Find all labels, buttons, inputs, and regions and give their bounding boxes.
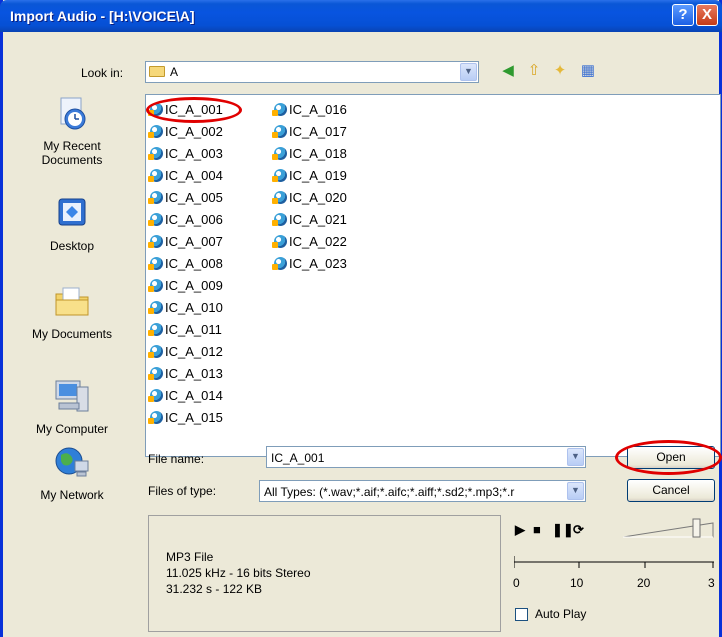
ruler-tick-label: 10 bbox=[570, 576, 584, 590]
cancel-button[interactable]: Cancel bbox=[627, 479, 715, 502]
recent-documents-icon bbox=[60, 97, 86, 130]
position-ruler[interactable]: 0 10 20 3 bbox=[513, 556, 716, 590]
audio-file-icon bbox=[272, 257, 287, 270]
pause-icon[interactable]: ❚❚ bbox=[552, 522, 574, 538]
file-info-panel: MP3 File 11.025 kHz - 16 bits Stereo 31.… bbox=[148, 515, 501, 632]
audio-file-icon bbox=[148, 125, 163, 138]
place-my-recent-documents[interactable]: My Recent Documents bbox=[12, 94, 132, 167]
place-label: My Computer bbox=[35, 422, 109, 436]
file-quality-text: 11.025 kHz - 16 bits Stereo bbox=[166, 566, 311, 580]
playback-controls: ▶ ■ ❚❚ ⟳ bbox=[515, 520, 615, 540]
place-label: My Documents bbox=[31, 327, 113, 341]
look-in-value: A bbox=[170, 65, 179, 79]
place-label: My Recent Documents bbox=[41, 139, 103, 167]
ruler-scale bbox=[513, 556, 714, 568]
audio-file-icon bbox=[272, 213, 287, 226]
highlight-circle-open bbox=[615, 440, 722, 475]
audio-file-icon bbox=[148, 323, 163, 336]
desktop-icon bbox=[58, 198, 86, 226]
audio-file-icon bbox=[148, 257, 163, 270]
my-computer-icon bbox=[55, 380, 89, 412]
audio-file-icon bbox=[148, 147, 163, 160]
file-duration-text: 31.232 s - 122 KB bbox=[166, 582, 263, 596]
audio-file-icon bbox=[272, 125, 287, 138]
audio-file-icon bbox=[148, 169, 163, 182]
back-icon[interactable]: ◀ bbox=[499, 62, 517, 80]
stop-icon[interactable]: ■ bbox=[533, 522, 541, 537]
audio-file-icon bbox=[148, 389, 163, 402]
audio-file-icon bbox=[148, 301, 163, 314]
title-bar[interactable]: Import Audio - [H:\VOICE\A] ? X bbox=[0, 0, 722, 32]
place-my-network[interactable]: My Network bbox=[12, 443, 132, 502]
new-folder-icon[interactable]: ✦ bbox=[551, 62, 569, 80]
audio-file-icon bbox=[272, 169, 287, 182]
chevron-down-icon[interactable]: ▼ bbox=[567, 482, 584, 500]
volume-slider[interactable] bbox=[623, 517, 715, 539]
look-in-label: Look in: bbox=[81, 66, 124, 80]
file-name-input[interactable]: IC_A_001 ▼ bbox=[266, 446, 586, 468]
audio-file-icon bbox=[148, 191, 163, 204]
place-desktop[interactable]: Desktop bbox=[12, 194, 132, 253]
file-name-value: IC_A_001 bbox=[271, 451, 325, 465]
chevron-down-icon[interactable]: ▼ bbox=[460, 63, 477, 81]
audio-file-icon bbox=[272, 235, 287, 248]
close-button[interactable]: X bbox=[696, 4, 718, 26]
highlight-circle-file bbox=[146, 97, 242, 123]
view-menu-icon[interactable]: ▦ bbox=[579, 62, 597, 80]
places-bar: My Recent Documents Desktop My Documents bbox=[12, 90, 132, 505]
audio-file-icon bbox=[272, 103, 287, 116]
file-type-label: Files of type: bbox=[148, 484, 217, 498]
audio-file-icon bbox=[148, 279, 163, 292]
file-name-label: File name: bbox=[148, 452, 205, 466]
ruler-tick-label: 3 bbox=[708, 576, 715, 590]
my-documents-icon bbox=[55, 287, 89, 316]
up-folder-icon[interactable]: ⇧ bbox=[525, 62, 543, 80]
ruler-tick-label: 20 bbox=[637, 576, 651, 590]
play-icon[interactable]: ▶ bbox=[515, 522, 525, 538]
file-format-text: MP3 File bbox=[166, 550, 214, 564]
file-list[interactable]: IC_A_001 IC_A_002 IC_A_003 IC_A_004 IC_A… bbox=[145, 94, 721, 457]
audio-file-icon bbox=[148, 411, 163, 424]
place-my-documents[interactable]: My Documents bbox=[12, 282, 132, 341]
place-label: Desktop bbox=[49, 239, 95, 253]
audio-file-icon bbox=[272, 147, 287, 160]
file-type-value: All Types: (*.wav;*.aif;*.aifc;*.aiff;*.… bbox=[264, 485, 515, 499]
audio-file-icon bbox=[148, 345, 163, 358]
help-button[interactable]: ? bbox=[672, 4, 694, 26]
file-type-dropdown[interactable]: All Types: (*.wav;*.aif;*.aifc;*.aiff;*.… bbox=[259, 480, 586, 502]
loop-icon[interactable]: ⟳ bbox=[573, 522, 584, 538]
audio-file-icon bbox=[148, 213, 163, 226]
chevron-down-icon[interactable]: ▼ bbox=[567, 448, 584, 466]
place-my-computer[interactable]: My Computer bbox=[12, 377, 132, 436]
look-in-dropdown[interactable]: A ▼ bbox=[145, 61, 479, 83]
audio-file-icon bbox=[148, 235, 163, 248]
audio-file-icon bbox=[272, 191, 287, 204]
audio-file-icon bbox=[148, 367, 163, 380]
folder-icon bbox=[149, 66, 165, 77]
auto-play-label: Auto Play bbox=[535, 607, 587, 621]
ruler-tick-label: 0 bbox=[513, 576, 520, 590]
window-title: Import Audio - [H:\VOICE\A] bbox=[10, 8, 195, 24]
auto-play-checkbox[interactable] bbox=[515, 608, 528, 621]
import-audio-dialog: Import Audio - [H:\VOICE\A] ? X Look in:… bbox=[0, 0, 722, 637]
my-network-icon bbox=[55, 447, 89, 477]
place-label: My Network bbox=[40, 488, 104, 502]
